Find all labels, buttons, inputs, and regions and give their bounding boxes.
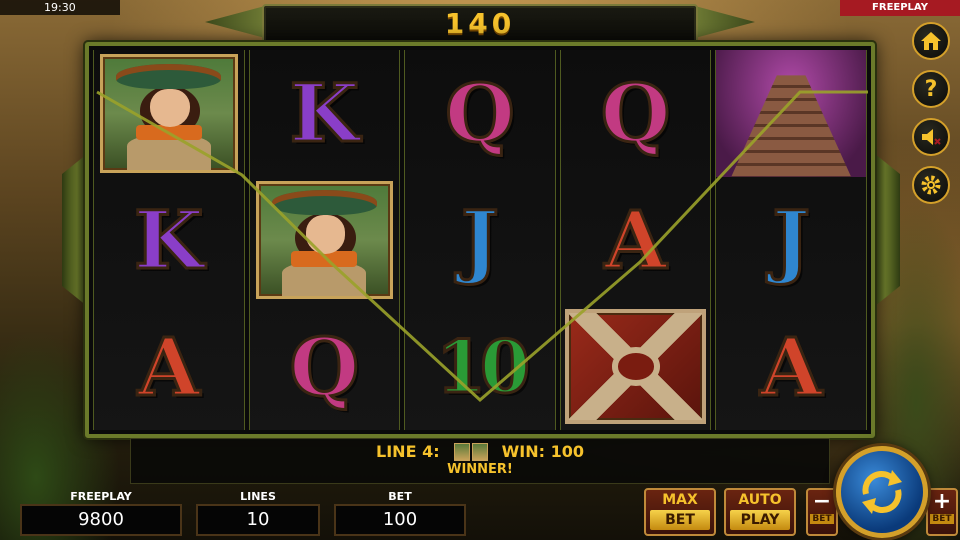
letter-symbol-q: Q (444, 66, 517, 161)
reel-cell: J (716, 177, 866, 304)
reel-cell: A (94, 303, 244, 430)
winner-label: WINNER! (447, 462, 513, 477)
chest-symbol (564, 309, 707, 425)
help-icon: ? (924, 76, 938, 102)
reel-cell (716, 50, 866, 177)
reel-cell (250, 177, 400, 304)
total-win-display: 140 (262, 4, 698, 44)
sound-button[interactable] (912, 118, 950, 156)
spin-button[interactable] (836, 446, 928, 538)
letter-symbol-a: A (136, 319, 201, 414)
settings-icon (921, 175, 941, 195)
reel-cell: A (716, 303, 866, 430)
reels-grid: K A K Q Q J 10 Q A J A (93, 50, 867, 430)
bet-label: BET (388, 490, 412, 503)
reel-5: JA (715, 50, 867, 430)
home-button[interactable] (912, 22, 950, 60)
settings-button[interactable] (912, 166, 950, 204)
reel-cell: J (405, 177, 555, 304)
auto-play-bottom-label: PLAY (730, 510, 790, 530)
reel-cell: Q (405, 50, 555, 177)
letter-symbol-j: J (771, 193, 812, 287)
reel-3: Q J 10 (404, 50, 556, 430)
credit-label: FREEPLAY (70, 490, 132, 503)
reel-1: KA (93, 50, 245, 430)
bet-decrease-caption: BET (810, 514, 834, 524)
reel-cell (94, 50, 244, 177)
letter-symbol-a: A (603, 193, 668, 287)
reel-cell: K (94, 177, 244, 304)
credit-value: 9800 (20, 504, 182, 536)
lines-label: LINES (240, 490, 276, 503)
lines-value[interactable]: 10 (196, 504, 320, 536)
status-clock: 19:30 (0, 0, 120, 15)
reel-4: QA (559, 50, 712, 430)
max-bet-button[interactable]: MAX BET (644, 488, 716, 536)
explorer-symbol (255, 180, 394, 300)
credit-box: FREEPLAY 9800 (20, 490, 182, 536)
bet-increase-caption: BET (930, 514, 954, 524)
home-icon (921, 32, 941, 50)
letter-symbol-a: A (759, 319, 824, 414)
letter-symbol-k: K (288, 66, 361, 161)
reel-cell (561, 303, 711, 430)
spin-arrows-icon (862, 470, 902, 514)
letter-symbol-k: K (133, 193, 206, 287)
bet-box: BET 100 (334, 490, 466, 536)
letter-symbol-10: 10 (434, 323, 531, 409)
auto-play-top-label: AUTO (738, 492, 782, 508)
reel-cell: Q (561, 50, 711, 177)
max-bet-top-label: MAX (662, 492, 698, 508)
reel-cell: A (561, 177, 711, 304)
reel-2: KQ (248, 50, 401, 430)
win-amount-label: WIN: 100 (501, 442, 584, 461)
explorer-symbol (100, 54, 238, 173)
max-bet-bottom-label: BET (650, 510, 710, 530)
auto-play-button[interactable]: AUTO PLAY (724, 488, 796, 536)
sound-off-icon (922, 129, 941, 145)
win-line-label: LINE 4: (376, 442, 440, 461)
letter-symbol-j: J (460, 193, 501, 287)
bet-increase-button[interactable]: + BET (926, 488, 958, 536)
reel-cell: 10 (405, 303, 555, 430)
letter-symbol-q: Q (599, 66, 672, 161)
lines-box: LINES 10 (196, 490, 320, 536)
help-button[interactable]: ? (912, 70, 950, 108)
win-message-bar: LINE 4: WIN: 100 WINNER! (130, 438, 830, 484)
bet-decrease-button[interactable]: − BET (806, 488, 838, 536)
reel-cell: Q (250, 303, 400, 430)
win-symbols-icon (453, 442, 488, 461)
letter-symbol-q: Q (288, 319, 361, 414)
plus-icon: + (932, 489, 952, 514)
freeplay-badge: FREEPLAY (840, 0, 960, 16)
bet-value: 100 (334, 504, 466, 536)
reel-cell: K (250, 50, 400, 177)
reel-frame: K A K Q Q J 10 Q A J A (85, 42, 875, 438)
minus-icon: − (812, 489, 832, 514)
pyramid-symbol (716, 50, 866, 177)
